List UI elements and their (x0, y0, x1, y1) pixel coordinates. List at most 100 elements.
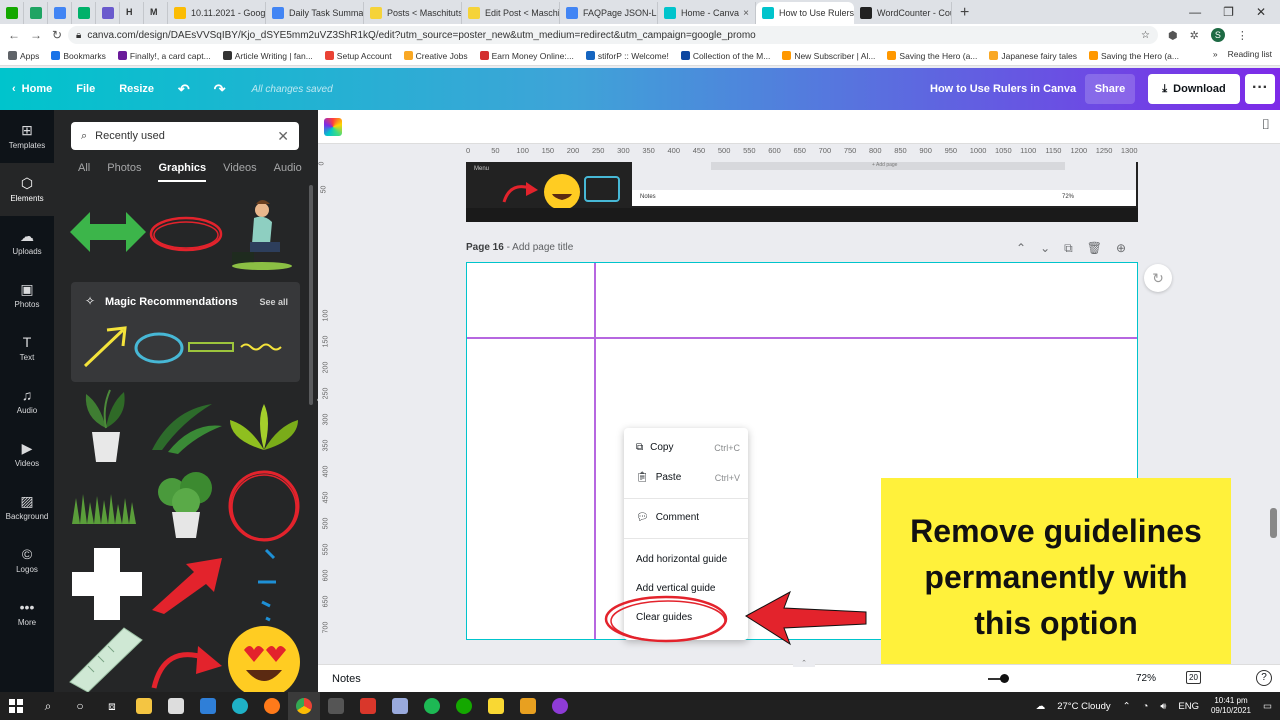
tab-photos[interactable]: Photos (107, 162, 141, 182)
refresh-icon[interactable]: ↻ (1144, 264, 1172, 292)
gardening-person-graphic[interactable] (226, 196, 302, 272)
spotify-icon[interactable] (416, 692, 448, 720)
browser-tab[interactable]: Edit Post < Maschitu...× (462, 2, 560, 24)
share-button[interactable]: Share (1085, 74, 1135, 104)
see-all-link[interactable]: See all (259, 297, 288, 307)
zoom-level[interactable]: 72% (1136, 673, 1156, 684)
more-options-button[interactable]: ··· (1245, 74, 1275, 104)
mail-icon[interactable] (192, 692, 224, 720)
vertical-guide[interactable] (594, 263, 596, 639)
bookmark-item[interactable]: Setup Account (324, 51, 392, 61)
tab-graphics[interactable]: Graphics (158, 162, 207, 182)
windows-start-icon[interactable] (0, 692, 32, 720)
browser-tab[interactable]: Posts < Maschituts ...× (364, 2, 462, 24)
home-button[interactable]: ‹ Home (0, 83, 64, 95)
file-menu-button[interactable]: File (64, 83, 107, 95)
store-icon[interactable] (160, 692, 192, 720)
url-field[interactable]: 🔒︎ canva.com/design/DAEsVVSqIBY/Kjo_dSYE… (68, 26, 1158, 44)
volume-icon[interactable]: 🔊︎ (1160, 701, 1166, 712)
page-count-button[interactable]: 20 (1186, 671, 1201, 684)
new-tab-button[interactable]: + (952, 2, 977, 24)
browser-tab[interactable] (24, 2, 48, 24)
rail-item-videos[interactable]: ▶ Videos (0, 428, 54, 481)
rail-item-elements[interactable]: ⬡ Elements (0, 163, 54, 216)
blue-circle-graphic[interactable] (133, 330, 185, 366)
fern-bush-graphic[interactable] (226, 400, 302, 456)
notes-button[interactable]: Notes (332, 673, 361, 685)
palm-leaves-graphic[interactable] (148, 400, 224, 456)
delete-page-icon[interactable]: 🗑︎ (1087, 241, 1102, 256)
undo-icon[interactable]: ↶ (166, 81, 202, 98)
browser-tab[interactable]: H (120, 2, 144, 24)
duplicate-page-icon[interactable]: ⧉ (1064, 241, 1073, 256)
minimize-icon[interactable]: — (1189, 5, 1201, 19)
task-view-icon[interactable]: ⧈ (96, 692, 128, 720)
clock[interactable]: 10:41 pm 09/10/2021 (1211, 696, 1251, 716)
cortana-icon[interactable]: ○ (64, 692, 96, 720)
bookmark-item[interactable]: Collection of the M... (680, 51, 770, 61)
puzzle-icon[interactable]: ✲ (1190, 29, 1199, 42)
browser-tab[interactable] (0, 2, 24, 24)
red-circle-outline-graphic[interactable] (226, 468, 302, 544)
chrome-icon[interactable] (288, 692, 320, 720)
bookmark-item[interactable]: Apps (8, 51, 39, 61)
browser-tab[interactable]: WordCounter - Cou...× (854, 2, 952, 24)
zoom-slider-thumb[interactable] (1000, 674, 1009, 683)
tab-audio[interactable]: Audio (274, 162, 302, 182)
page-title-row[interactable]: Page 16 - Add page title (466, 242, 573, 253)
bookmarks-overflow-button[interactable]: » (1213, 49, 1218, 59)
yellow-arrow-graphic[interactable] (81, 324, 131, 370)
profile-avatar[interactable]: S (1210, 28, 1225, 42)
yellow-squiggle-graphic[interactable] (239, 340, 289, 354)
comment-menu-item[interactable]: 💬︎ Comment (636, 512, 740, 523)
rail-item-templates[interactable]: ⊞ Templates (0, 110, 54, 163)
add-horizontal-guide-item[interactable]: Add horizontal guide (636, 554, 740, 565)
bookmark-item[interactable]: Finally!, a card capt... (117, 51, 211, 61)
search-input[interactable]: ⌕ Recently used ✕ (71, 122, 299, 150)
notifications-icon[interactable]: ▭ (1263, 701, 1272, 712)
clear-search-icon[interactable]: ✕ (277, 128, 289, 145)
tab-videos[interactable]: Videos (223, 162, 256, 182)
potted-plant-graphic[interactable] (76, 388, 136, 466)
tab-close-icon[interactable]: × (739, 8, 749, 19)
vertical-ruler[interactable]: 0 50 100 150 200 250 300 350 400 450 500 550 600 650 7… (318, 160, 334, 650)
green-double-arrow-graphic[interactable] (70, 210, 146, 254)
tray-chevron-icon[interactable]: ⌃ (1123, 701, 1131, 712)
download-button[interactable]: ⤓ Download (1148, 74, 1240, 104)
grass-graphic[interactable] (70, 486, 144, 526)
rail-item-logos[interactable]: © Logos (0, 534, 54, 587)
move-up-icon[interactable]: ⌃ (1016, 241, 1026, 256)
bookmark-item[interactable]: Earn Money Online:... (479, 51, 574, 61)
browser-tab[interactable]: 10.11.2021 - Googl...× (168, 2, 266, 24)
app-game-icon[interactable] (512, 692, 544, 720)
bookmark-item[interactable]: New Subscriber | Al... (782, 51, 875, 61)
horizontal-ruler[interactable]: 0 50 100 150 200 250 300 350 400 450 500 550 600 650 7… (466, 146, 1146, 160)
close-window-icon[interactable]: ✕ (1256, 5, 1266, 19)
language-indicator[interactable]: ENG (1178, 701, 1199, 712)
browser-tab[interactable] (72, 2, 96, 24)
upwork-icon[interactable] (448, 692, 480, 720)
red-diagonal-arrow-graphic[interactable] (148, 554, 224, 614)
redo-icon[interactable]: ↷ (202, 81, 238, 98)
app-red-icon[interactable] (352, 692, 384, 720)
bookmark-item[interactable]: stiforP :: Welcome! (585, 51, 669, 61)
design-title[interactable]: How to Use Rulers in Canva (930, 83, 1076, 95)
help-button[interactable]: ? (1256, 670, 1272, 686)
reading-list-button[interactable]: Reading list (1228, 49, 1272, 59)
ruler-graphic[interactable] (68, 626, 148, 692)
white-cross-graphic[interactable] (70, 546, 144, 622)
weather-text[interactable]: 27°C Cloudy (1057, 701, 1110, 712)
bookmark-item[interactable]: Bookmarks (51, 51, 106, 61)
bookmark-item[interactable]: Article Writing | fan... (222, 51, 313, 61)
rail-item-background[interactable]: ▨ Background (0, 481, 54, 534)
horizontal-guide[interactable] (467, 337, 1137, 339)
color-picker-icon[interactable] (324, 118, 342, 136)
copy-menu-item[interactable]: ⧉ Copy Ctrl+C (636, 442, 740, 453)
rail-item-text[interactable]: T Text (0, 322, 54, 375)
editor-scrollbar[interactable] (1270, 508, 1277, 538)
add-page-icon[interactable]: ⊕ (1116, 241, 1126, 256)
app-purple-icon[interactable] (544, 692, 576, 720)
move-down-icon[interactable]: ⌄ (1040, 241, 1050, 256)
leafy-plant-pot-graphic[interactable] (148, 470, 224, 540)
bookmark-item[interactable]: Saving the Hero (a... (887, 51, 977, 61)
